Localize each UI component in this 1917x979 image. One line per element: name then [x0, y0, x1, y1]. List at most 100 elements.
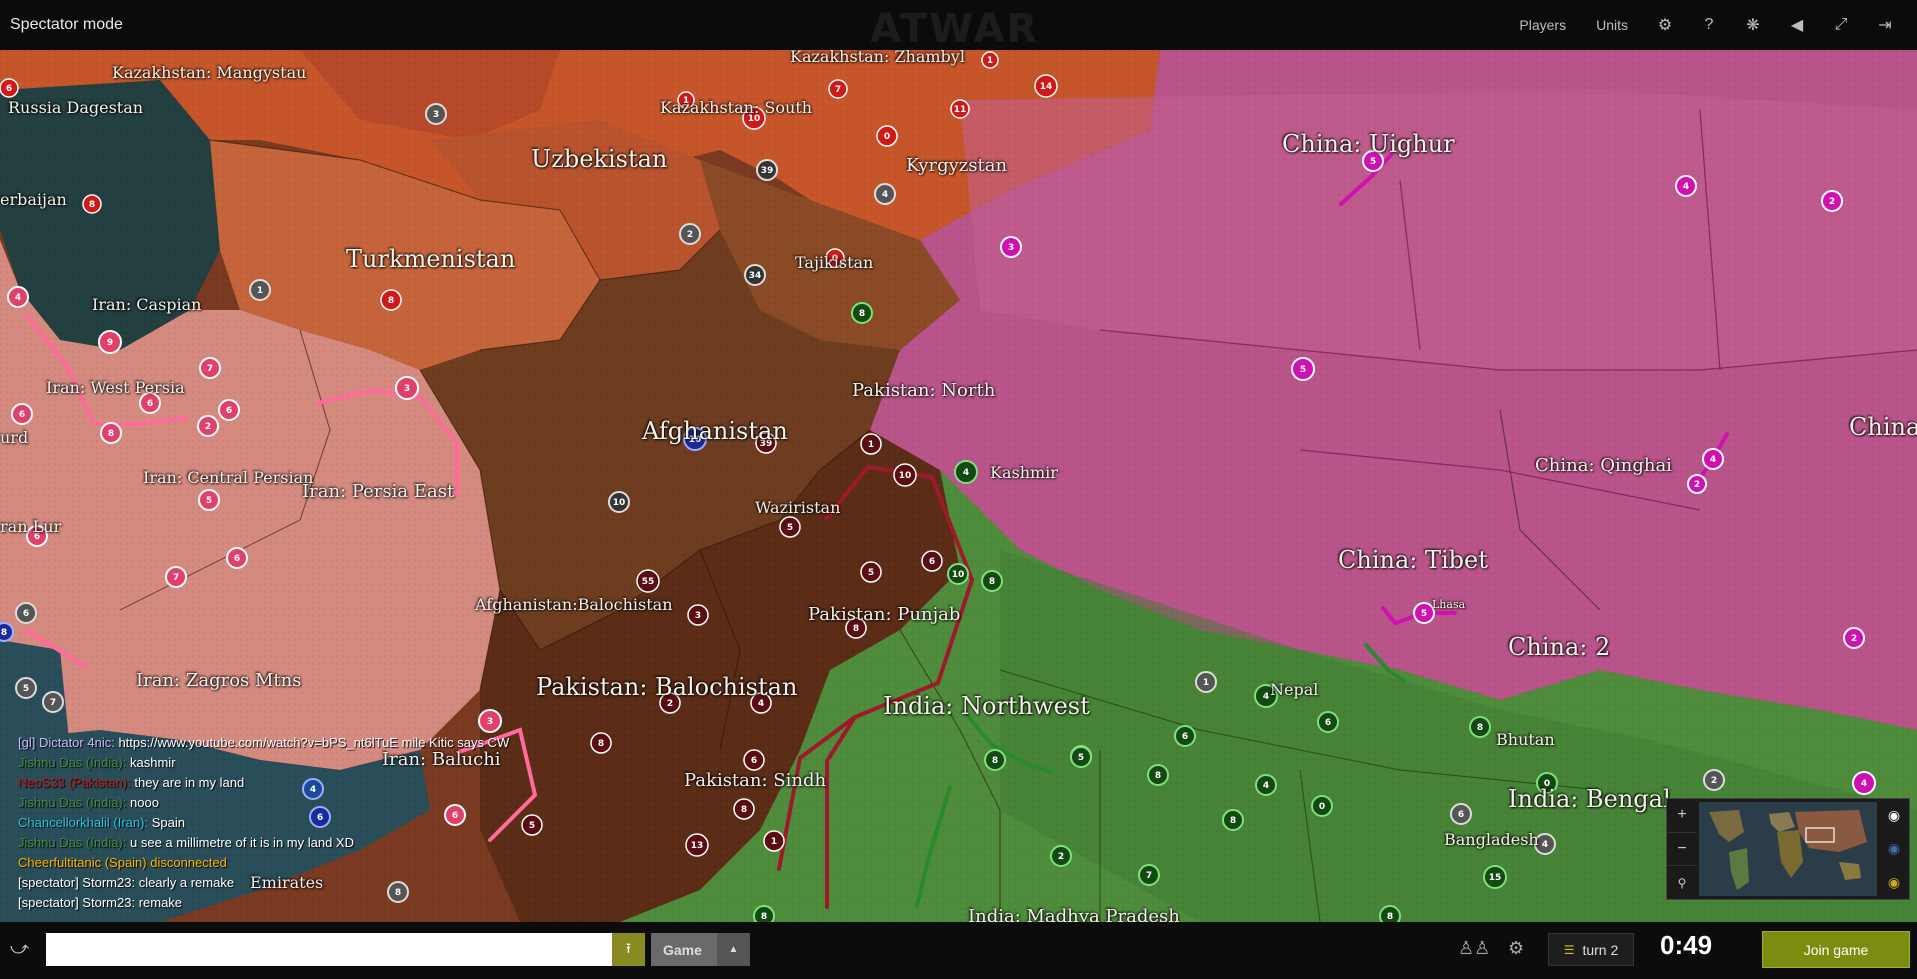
svg-text:2: 2 [1058, 852, 1064, 862]
svg-text:6: 6 [6, 84, 12, 94]
players-link[interactable]: Players [1504, 17, 1581, 33]
chat-message: https://www.youtube.com/watch?v=bPS_nt6l… [118, 735, 510, 750]
minimap-side: ◉ ◉ ◉ [1879, 799, 1909, 899]
svg-text:11: 11 [954, 105, 967, 115]
spectator-mode-label: Spectator mode [10, 16, 123, 33]
svg-text:10: 10 [952, 570, 965, 580]
svg-text:2: 2 [667, 699, 673, 709]
target-blue-icon[interactable]: ◉ [1879, 832, 1909, 865]
svg-text:1: 1 [868, 440, 874, 450]
chat-message: they are in my land [134, 775, 245, 790]
svg-text:6: 6 [34, 532, 40, 542]
svg-text:3: 3 [695, 611, 701, 621]
minimap-world [1699, 802, 1877, 896]
svg-text:9: 9 [107, 338, 113, 348]
chat-system-message: Cheerfultitanic (Spain) disconnected [18, 855, 227, 870]
svg-text:7: 7 [173, 573, 179, 583]
svg-text:4: 4 [1710, 455, 1716, 465]
svg-text:1: 1 [987, 56, 993, 66]
chat-expand-icon[interactable]: ⤻ [10, 938, 29, 959]
svg-text:39: 39 [760, 439, 773, 449]
top-bar: Spectator mode ATWAR Players Units ⚙ ? ❋… [0, 0, 1917, 52]
chat-line: Jishnu Das (India): u see a millimetre o… [18, 833, 578, 853]
unit-marker-red: 6 8 1 10 7 11 1 14 0 0 8 [0, 51, 1058, 311]
chat-channel-select[interactable]: Game ▲ [651, 933, 750, 966]
svg-text:5: 5 [1300, 365, 1306, 375]
chat-author: Jishnu Das (India): [18, 795, 127, 810]
svg-text:5: 5 [1421, 609, 1427, 619]
turn-timer: 0:49 [1660, 930, 1713, 960]
svg-text:34: 34 [749, 271, 762, 281]
svg-text:6: 6 [234, 554, 240, 564]
svg-text:8: 8 [108, 429, 114, 439]
svg-text:10: 10 [613, 498, 626, 508]
svg-text:8: 8 [1230, 816, 1236, 826]
svg-text:8: 8 [761, 912, 767, 922]
zoom-out-button[interactable]: − [1667, 833, 1697, 867]
svg-text:4: 4 [1861, 779, 1867, 789]
zoom-in-button[interactable]: + [1667, 799, 1697, 833]
zoom-controls: + − ⚲ [1667, 799, 1697, 899]
players-icon[interactable]: ♙♙ [1458, 938, 1490, 959]
minimap-view[interactable] [1699, 802, 1877, 896]
chat-send-button[interactable]: ⭱ [612, 933, 645, 966]
svg-text:8: 8 [598, 739, 604, 749]
svg-text:8: 8 [1155, 771, 1161, 781]
bug-icon[interactable]: ❋ [1731, 0, 1775, 50]
svg-text:3: 3 [433, 110, 439, 120]
exit-icon[interactable]: ⇥ [1863, 0, 1907, 50]
chat-line: Chancellorkhalil (Iran): Spain [18, 813, 578, 833]
svg-text:10: 10 [689, 435, 702, 445]
svg-text:4: 4 [882, 190, 888, 200]
svg-text:8: 8 [89, 200, 95, 210]
svg-text:8: 8 [853, 624, 859, 634]
svg-text:8: 8 [741, 805, 747, 815]
chat-input[interactable] [46, 933, 612, 966]
turn-indicator[interactable]: ☰ turn 2 [1548, 933, 1634, 966]
sound-icon[interactable]: ◀ [1775, 0, 1819, 50]
svg-text:6: 6 [1182, 732, 1188, 742]
svg-text:4: 4 [1683, 182, 1689, 192]
chat-message: u see a millimetre of it is in my land X… [130, 835, 354, 850]
svg-text:6: 6 [751, 756, 757, 766]
chat-author: Chancellorkhalil (Iran): [18, 815, 149, 830]
chat-line: Jishnu Das (India): nooo [18, 793, 578, 813]
svg-text:1: 1 [771, 837, 777, 847]
chat-message: kashmir [130, 755, 176, 770]
settings-gear-icon[interactable]: ⚙ [1508, 938, 1524, 959]
svg-text:14: 14 [1040, 82, 1053, 92]
chat-author: NeoS33 (Pakistan): [18, 775, 131, 790]
svg-text:39: 39 [761, 166, 774, 176]
svg-text:7: 7 [207, 364, 213, 374]
unit-marker-china: 3 5 4 2 5 4 2 4 2 5 [1000, 150, 1876, 795]
target-yellow-icon[interactable]: ◉ [1879, 866, 1909, 899]
svg-text:4: 4 [1542, 840, 1548, 850]
svg-text:6: 6 [1458, 810, 1464, 820]
svg-text:4: 4 [758, 699, 764, 709]
target-icon[interactable]: ◉ [1879, 799, 1909, 832]
zoom-reset-icon[interactable]: ⚲ [1667, 866, 1697, 899]
fullscreen-icon[interactable]: ⤢ [1819, 0, 1863, 50]
minimap[interactable]: + − ⚲ ◉ ◉ ◉ [1666, 798, 1910, 900]
chat-author: Jishnu Das (India): [18, 835, 127, 850]
svg-text:1: 1 [1203, 678, 1209, 688]
chevron-up-icon: ▲ [717, 933, 750, 966]
units-link[interactable]: Units [1581, 17, 1643, 33]
svg-text:8: 8 [1477, 723, 1483, 733]
svg-text:3: 3 [1008, 243, 1014, 253]
svg-text:8: 8 [1, 628, 7, 638]
join-game-button[interactable]: Join game [1762, 931, 1910, 968]
settings-icon[interactable]: ⚙ [1643, 0, 1687, 50]
svg-text:8: 8 [859, 309, 865, 319]
top-nav: Players Units ⚙ ? ❋ ◀ ⤢ ⇥ [1504, 0, 1907, 50]
svg-text:5: 5 [868, 568, 874, 578]
svg-text:6: 6 [23, 609, 29, 619]
svg-text:2: 2 [1711, 776, 1717, 786]
svg-text:4: 4 [1263, 692, 1269, 702]
help-icon[interactable]: ? [1687, 0, 1731, 50]
unit-marker-pakistan: 1 10 39 5 55 3 5 6 8 2 4 8 6 8 1 13 5 [521, 432, 943, 857]
svg-text:5: 5 [1078, 753, 1084, 763]
bottom-bar: ⤻ ⭱ Game ▲ ♙♙ ⚙ ☰ turn 2 0:49 Join game [0, 922, 1917, 979]
svg-text:2: 2 [687, 230, 693, 240]
svg-text:2: 2 [1829, 197, 1835, 207]
